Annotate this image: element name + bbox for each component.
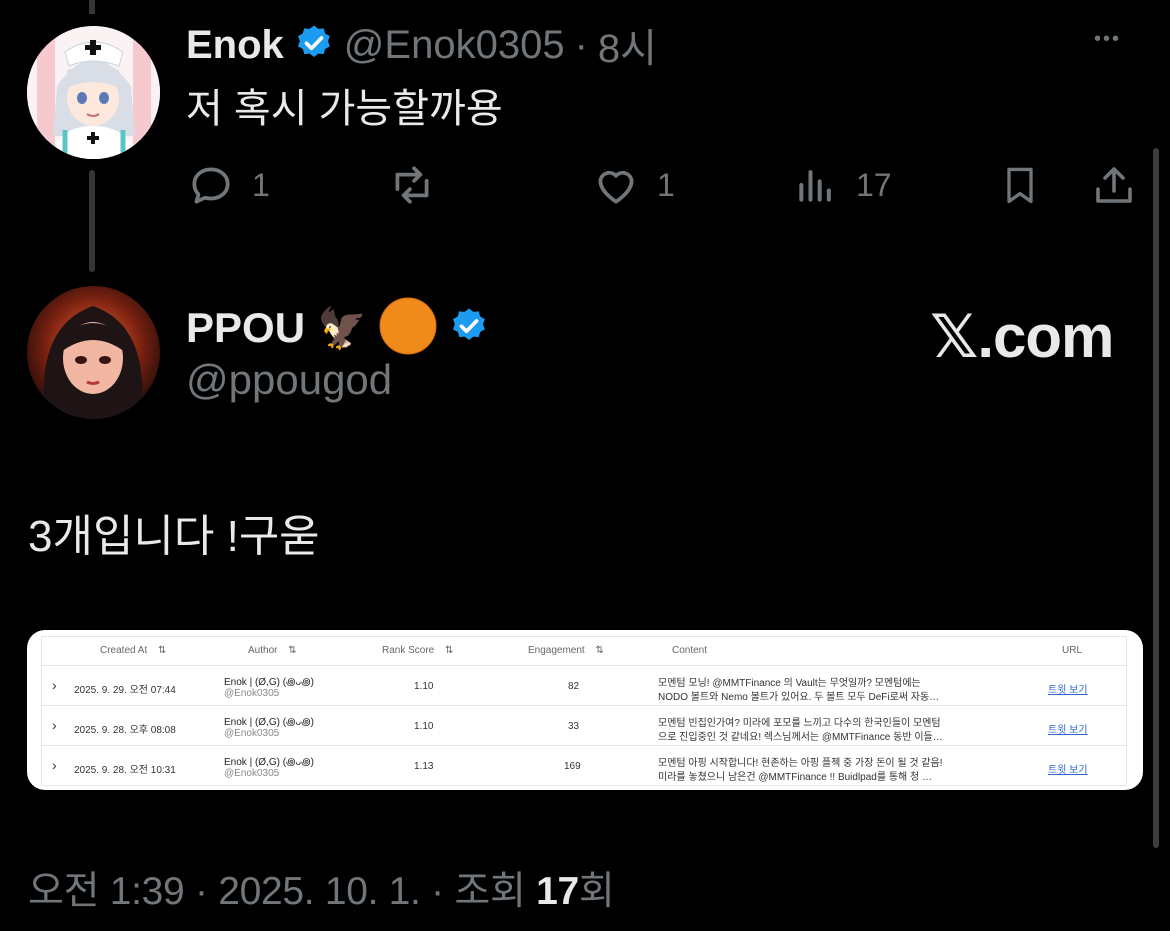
cell-content-line1: 모멘텀 빈집인가여? 미라에 포모를 느끼고 다수의 한국인들이 모멘텀 [658,718,941,729]
like-button[interactable]: 1 [591,160,675,210]
cell-engagement: 169 [564,761,581,772]
cell-rank: 1.13 [414,761,434,772]
view-tweet-link[interactable]: 트윗 보기 [1048,761,1088,776]
row-expand-icon[interactable]: › [52,757,57,773]
views-button[interactable]: 17 [794,160,892,210]
col-header-created-at[interactable]: Created At ⇅ [100,637,166,665]
views-suffix: 회 [578,870,615,913]
nurse-avatar-illustration [27,26,160,159]
xcom-watermark: 𝕏.com [930,303,1114,370]
col-header-engagement[interactable]: Engagement ⇅ [528,637,604,665]
cell-created: 2025. 9. 28. 오전 10:31 [74,765,176,776]
cell-content-line2: NODO 볼트와 Nemo 볼트가 있어요. 두 볼트 모두 DeFi로써 자동… [658,692,940,703]
cell-engagement: 82 [568,681,580,692]
reply-count: 1 [252,166,270,203]
reply-action-bar: 1 1 17 [186,160,1146,210]
reply-timestamp[interactable]: 8시 [598,16,657,74]
post-date[interactable]: 2025. 10. 1. [218,870,421,913]
header-separator: · [574,22,588,67]
row-expand-icon[interactable]: › [52,677,57,693]
table-row: › 2025. 9. 28. 오전 10:31 Enok | (Ø,G) (꩜ᴗ… [42,745,1126,786]
like-count: 1 [657,166,675,203]
cell-content-line1: 모멘텀 아핑 시작합니다! 현존하는 아핑 플젝 중 가장 돈이 될 것 같음! [658,758,943,769]
reply-text: 저 혹시 가능할까용 [186,87,503,131]
thread-line-top [89,0,95,14]
reply-header: Enok @Enok0305 · 8시 [186,20,657,72]
post-time[interactable]: 오전 1:39 [28,870,185,913]
cell-author: Enok | (Ø,G) (꩜ᴗ꩜) [224,717,314,728]
reply-button[interactable]: 1 [186,160,270,210]
tweet-metadata: 오전 1:39 · 2025. 10. 1. · 조회 17회 [28,860,615,916]
table-row: › 2025. 9. 29. 오전 07:44 Enok | (Ø,G) (꩜ᴗ… [42,665,1126,706]
view-tweet-link[interactable]: 트윗 보기 [1048,721,1088,736]
orange-circle-icon [379,297,437,360]
main-tweet-text: 3개입니다 !구욷 [28,512,320,561]
heart-icon [598,170,634,204]
cell-rank: 1.10 [414,681,434,692]
verified-badge-icon [449,306,489,351]
reply-author-handle[interactable]: @Enok0305 [344,23,565,68]
comment-icon [192,167,230,204]
meta-separator: · [431,870,444,913]
main-header: PPOU 🦅 [186,297,489,356]
col-header-url: URL [1062,645,1083,656]
cell-content-line1: 모멘텀 모닝! @MMTFinance 의 Vault는 무엇일까? 모멘텀에는 [658,678,921,689]
bookmark-icon [1007,167,1033,204]
col-header-rank-score[interactable]: Rank Score ⇅ [382,637,453,665]
verified-badge-icon [294,23,334,68]
col-header-author[interactable]: Author ⇅ [248,637,297,665]
views-chart-icon [799,170,831,202]
col-header-content: Content [672,645,708,656]
repost-button[interactable] [386,160,438,215]
view-tweet-link[interactable]: 트윗 보기 [1048,681,1088,696]
main-avatar[interactable] [27,286,160,419]
cell-content-line2: 으로 진입중인 것 같네요! 렉스님께서는 @MMTFinance 동반 이들… [658,732,943,743]
reply-author-name[interactable]: Enok [186,23,284,68]
main-author-handle[interactable]: @ppougod [186,356,392,404]
cell-author-handle: @Enok0305 [224,728,280,739]
cell-author-handle: @Enok0305 [224,768,280,779]
portrait-avatar-illustration [27,286,160,419]
bookmark-button[interactable] [998,160,1042,215]
view-count: 17 [856,166,892,203]
reply-avatar[interactable] [27,26,160,159]
share-button[interactable] [1090,160,1138,215]
cell-author: Enok | (Ø,G) (꩜ᴗ꩜) [224,757,314,768]
cell-content-line2: 미라를 놓쳤으니 남은건 @MMTFinance !! Buidlpad를 통해… [658,772,933,783]
scrollbar[interactable] [1153,148,1159,848]
cell-engagement: 33 [568,721,580,732]
table-row: › 2025. 9. 28. 오후 08:08 Enok | (Ø,G) (꩜ᴗ… [42,705,1126,746]
cell-created: 2025. 9. 28. 오후 08:08 [74,725,176,736]
meta-separator: · [194,870,208,913]
eagle-emoji-icon: 🦅 [317,306,367,351]
cell-author: Enok | (Ø,G) (꩜ᴗ꩜) [224,677,314,688]
cell-rank: 1.10 [414,721,434,732]
thread-connector [89,170,95,272]
row-expand-icon[interactable]: › [52,717,57,733]
ranking-table: Created At ⇅ Author ⇅ Rank Score ⇅ Engag… [41,636,1127,786]
main-author-name[interactable]: PPOU [186,304,305,352]
cell-created: 2025. 9. 29. 오전 07:44 [74,685,176,696]
cell-author-handle: @Enok0305 [224,688,280,699]
views-count[interactable]: 17 [536,870,579,913]
more-options-icon[interactable]: ••• [1094,28,1121,51]
views-label: 조회 [454,870,526,913]
repost-icon [395,166,429,204]
share-icon [1096,167,1132,203]
attached-image-table[interactable]: Created At ⇅ Author ⇅ Rank Score ⇅ Engag… [27,630,1143,790]
